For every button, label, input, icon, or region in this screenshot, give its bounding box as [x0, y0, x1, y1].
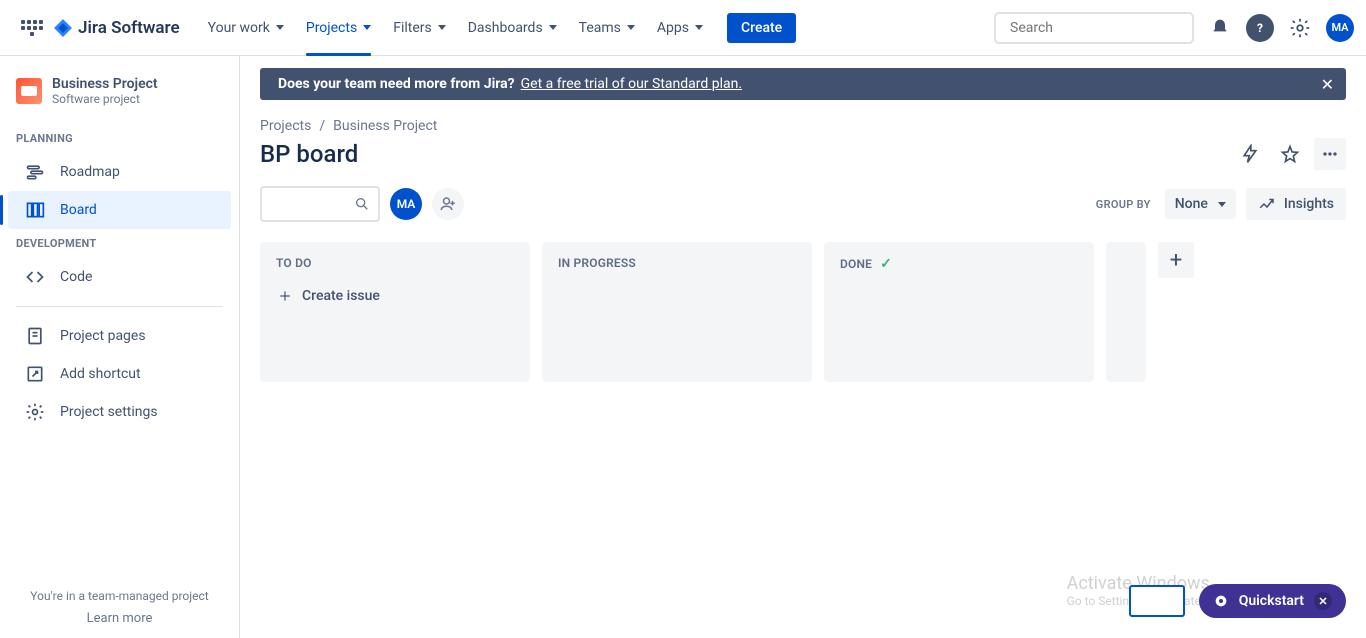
group-by-label: GROUP BY [1096, 198, 1151, 211]
insights-button[interactable]: Insights [1246, 188, 1346, 220]
chevron-down-icon [276, 25, 284, 30]
footer-text: You're in a team-managed project [16, 589, 223, 603]
sidebar-item-label: Code [60, 269, 92, 285]
sidebar-item-label: Project pages [60, 328, 146, 344]
primary-nav: Your work Projects Filters Dashboards Te… [198, 13, 797, 43]
sidebar-item-label: Project settings [60, 404, 158, 420]
automation-icon[interactable] [1234, 138, 1266, 170]
banner-close-icon[interactable]: ✕ [1321, 75, 1334, 94]
nav-dashboards[interactable]: Dashboards [458, 14, 567, 42]
gear-icon [24, 401, 46, 423]
help-icon[interactable]: ? [1246, 14, 1274, 42]
banner-link[interactable]: Get a free trial of our Standard plan. [521, 76, 742, 92]
nav-teams[interactable]: Teams [569, 14, 645, 42]
global-search[interactable] [994, 12, 1194, 44]
insights-icon [1258, 195, 1276, 213]
user-avatar[interactable]: MA [1326, 14, 1354, 42]
nav-filters[interactable]: Filters [383, 14, 456, 42]
breadcrumb: Projects / Business Project [240, 100, 1366, 134]
crumb-separator: / [319, 118, 325, 134]
search-input[interactable] [1010, 20, 1188, 36]
plus-icon [278, 289, 292, 303]
chevron-down-icon [695, 25, 703, 30]
search-icon [354, 196, 370, 212]
board-search[interactable] [260, 186, 380, 222]
sidebar-group-development: DEVELOPMENT [0, 229, 239, 258]
sidebar-group-planning: PLANNING [0, 124, 239, 153]
kanban-board: TO DO Create issue IN PROGRESS DONE ✓ + [240, 242, 1366, 382]
column-done[interactable]: DONE ✓ [824, 242, 1094, 382]
crumb-projects[interactable]: Projects [260, 118, 311, 134]
main-content: Does your team need more from Jira? Get … [240, 56, 1366, 638]
create-issue-button[interactable]: Create issue [270, 278, 520, 314]
chevron-down-icon [549, 25, 557, 30]
sidebar-item-settings[interactable]: Project settings [8, 393, 231, 431]
group-by-dropdown[interactable]: None [1165, 189, 1236, 219]
sidebar-divider [16, 306, 223, 307]
chevron-down-icon [363, 25, 371, 30]
star-icon[interactable] [1274, 138, 1306, 170]
nav-your-work[interactable]: Your work [198, 14, 294, 42]
roadmap-icon [24, 161, 46, 183]
crumb-project-name[interactable]: Business Project [333, 118, 437, 134]
add-column-button[interactable]: + [1158, 242, 1194, 278]
code-icon [24, 266, 46, 288]
notifications-icon[interactable] [1206, 14, 1234, 42]
shortcut-icon [24, 363, 46, 385]
close-icon[interactable]: ✕ [1314, 592, 1332, 610]
sidebar-footer: You're in a team-managed project Learn m… [0, 589, 239, 626]
project-header[interactable]: Business Project Software project [0, 76, 239, 124]
more-icon[interactable] [1314, 138, 1346, 170]
rocket-icon [1213, 593, 1229, 609]
column-header: IN PROGRESS [552, 256, 802, 278]
logo-text: Jira Software [78, 18, 180, 38]
nav-projects[interactable]: Projects [296, 14, 381, 42]
column-inprogress[interactable]: IN PROGRESS [542, 242, 812, 382]
settings-icon[interactable] [1286, 14, 1314, 42]
top-nav: Jira Software Your work Projects Filters… [0, 0, 1366, 56]
sidebar-item-label: Add shortcut [60, 366, 141, 382]
project-name: Business Project [52, 76, 158, 92]
column-header: DONE ✓ [834, 256, 1084, 280]
sidebar-item-label: Board [60, 202, 97, 218]
project-type: Software project [52, 92, 158, 106]
column-header: TO DO [270, 256, 520, 278]
banner-lead: Does your team need more from Jira? [278, 76, 515, 92]
column-placeholder [1106, 242, 1146, 382]
nav-apps[interactable]: Apps [647, 14, 713, 42]
sidebar-item-pages[interactable]: Project pages [8, 317, 231, 355]
app-switcher-icon[interactable] [20, 16, 44, 40]
column-todo[interactable]: TO DO Create issue [260, 242, 530, 382]
svg-text:?: ? [1257, 20, 1263, 34]
create-button[interactable]: Create [727, 13, 796, 43]
upgrade-banner: Does your team need more from Jira? Get … [260, 68, 1346, 100]
check-icon: ✓ [880, 256, 892, 272]
sidebar-item-board[interactable]: Board [8, 191, 231, 229]
sidebar: Business Project Software project PLANNI… [0, 56, 240, 638]
floating-placeholder[interactable] [1129, 585, 1185, 617]
project-icon [16, 78, 42, 104]
chevron-down-icon [1218, 202, 1226, 207]
sidebar-item-roadmap[interactable]: Roadmap [8, 153, 231, 191]
page-title: BP board [260, 140, 358, 168]
add-people-button[interactable] [432, 188, 464, 220]
page-icon [24, 325, 46, 347]
jira-logo[interactable]: Jira Software [52, 17, 180, 39]
sidebar-item-code[interactable]: Code [8, 258, 231, 296]
board-icon [24, 199, 46, 221]
sidebar-item-shortcut[interactable]: Add shortcut [8, 355, 231, 393]
chevron-down-icon [438, 25, 446, 30]
sidebar-item-label: Roadmap [60, 164, 120, 180]
footer-learn-more-link[interactable]: Learn more [16, 611, 223, 626]
assignee-avatar[interactable]: MA [390, 188, 422, 220]
chevron-down-icon [627, 25, 635, 30]
quickstart-button[interactable]: Quickstart ✕ [1199, 584, 1346, 618]
